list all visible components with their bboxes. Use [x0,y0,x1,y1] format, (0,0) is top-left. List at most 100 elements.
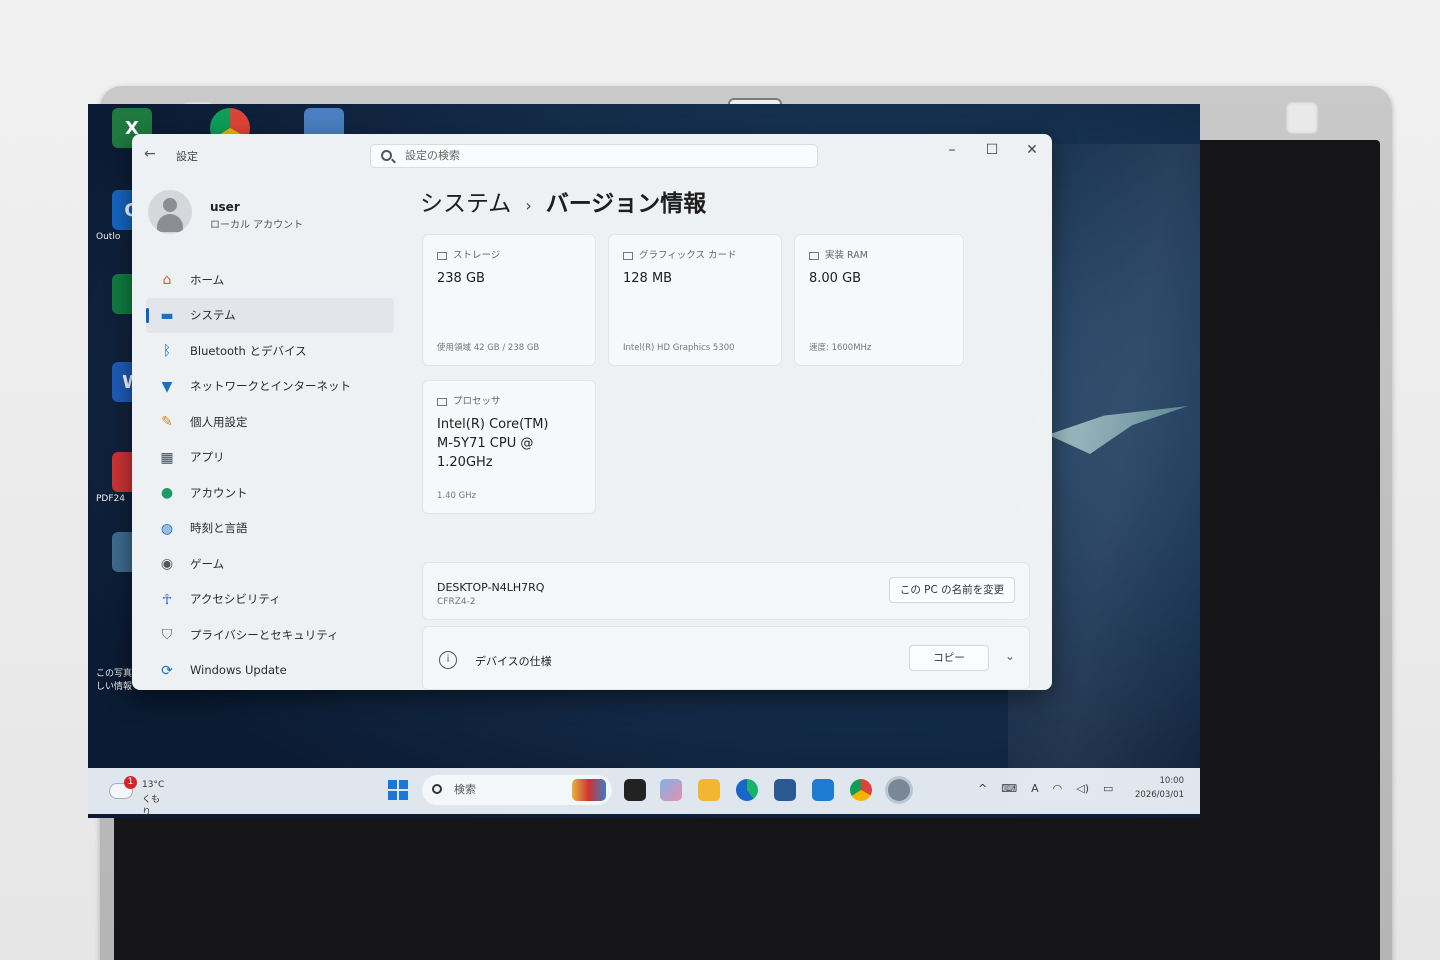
back-arrow-icon[interactable]: ← [144,146,156,162]
processor-label-text: プロセッサ [453,396,501,407]
accessibility-icon: ☥ [161,591,173,608]
weather-condition: くもり [142,795,161,818]
ram-value: 8.00 GB [809,271,862,286]
volume-icon[interactable]: ◁) [1076,782,1089,795]
ram-speed: 速度: 1600MHz [809,343,872,353]
store-icon[interactable] [774,779,796,801]
nav-label: Windows Update [190,663,287,678]
user-name: user [210,200,240,214]
storage-value: 238 GB [437,271,485,286]
edge-icon[interactable] [736,779,758,801]
wallpaper-shape [1048,406,1188,454]
ram-card[interactable]: 実装 RAM 8.00 GB 速度: 1600MHz [794,234,964,366]
taskbar: 1 13°C くもり 検索 ^ ⌨ A ◠ ◁) ▭ 10:00 2026/03/01 [88,768,1200,818]
search-highlight-icon[interactable] [572,779,606,801]
processor-line: 1.20GHz [437,455,493,470]
breadcrumb-parent[interactable]: システム [420,191,511,217]
ram-label: 実装 RAM [809,247,868,261]
nav-label: ゲーム [190,556,225,571]
breadcrumb-separator: › [525,196,532,215]
storage-label: ストレージ [437,247,500,261]
nav-item-network[interactable]: ▼ ネットワークとインターネット [146,369,394,405]
close-button[interactable]: ✕ [1020,142,1044,158]
device-spec-row[interactable]: i デバイスの仕様 コピー ⌄ [422,626,1030,690]
nav-label: システム [190,308,236,323]
nav-label: Bluetooth とデバイス [190,343,307,358]
title-bar: ← 設定 設定の検索 – ☐ ✕ [132,134,1052,174]
system-tray[interactable]: ^ ⌨ A ◠ ◁) ▭ [978,782,1127,795]
task-view-icon[interactable] [624,779,646,801]
nav-item-time-language[interactable]: ◍ 時刻と言語 [146,511,394,547]
ram-label-text: 実装 RAM [825,250,868,261]
nav-item-bluetooth[interactable]: ᛒ Bluetooth とデバイス [146,333,394,369]
nav-label: プライバシーとセキュリティ [190,627,339,642]
nav-label: アカウント [190,485,248,500]
widgets-icon[interactable] [660,779,682,801]
nav-label: 個人用設定 [190,414,248,429]
clock[interactable]: 10:00 2026/03/01 [1135,774,1184,802]
globe-icon: ◍ [160,520,174,537]
nav-item-windows-update[interactable]: ⟳ Windows Update [146,653,394,689]
nav-item-system[interactable]: ▬ システム [146,297,394,333]
taskbar-search-label: 検索 [454,783,476,796]
page-title: バージョン情報 [545,191,707,217]
processor-card[interactable]: プロセッサ Intel(R) Core(TM) M-5Y71 CPU @ 1.2… [422,380,596,514]
clock-time: 10:00 [1159,776,1185,786]
chevron-up-icon[interactable]: ^ [978,782,987,795]
chevron-down-icon[interactable]: ⌄ [1005,649,1015,663]
desktop-icon-label: PDF24 [96,494,125,504]
update-icon: ⟳ [161,662,173,679]
nav-item-privacy[interactable]: ⛉ プライバシーとセキュリティ [146,617,394,653]
settings-gear-icon[interactable] [888,779,910,801]
graphics-card[interactable]: グラフィックス カード 128 MB Intel(R) HD Graphics … [608,234,782,366]
avatar [148,190,192,234]
nav-item-home[interactable]: ⌂ ホーム [146,262,394,298]
start-button[interactable] [388,780,408,800]
apps-icon: ▦ [160,449,174,466]
outlook-icon[interactable] [812,779,834,801]
processor-icon [437,397,447,406]
maximize-button[interactable]: ☐ [980,142,1004,158]
copy-button[interactable]: コピー [909,645,989,671]
device-name-row: DESKTOP-N4LH7RQ CFRZ4-2 この PC の名前を変更 [422,562,1030,620]
desktop-icon-label: Outlo [96,232,121,242]
graphics-model: Intel(R) HD Graphics 5300 [623,343,735,353]
nav-label: アクセシビリティ [190,592,281,607]
nav-item-apps[interactable]: ▦ アプリ [146,440,394,476]
screen: X O Outlo W PDF24 この写真 しい情報 ← 設定 設定の検索 –… [88,104,1200,818]
minimize-button[interactable]: – [940,142,964,158]
gamepad-icon: ◉ [160,556,174,572]
chrome-icon[interactable] [850,779,872,801]
nav-item-accounts[interactable]: ● アカウント [146,475,394,511]
nav-item-accessibility[interactable]: ☥ アクセシビリティ [146,582,394,618]
keyboard-icon[interactable]: ⌨ [1001,782,1017,795]
settings-window: ← 設定 設定の検索 – ☐ ✕ user ローカル アカウント ⌂ ホーム ▬ シ… [132,134,1052,690]
battery-icon[interactable]: ▭ [1103,782,1113,795]
breadcrumb: システム › バージョン情報 [420,184,706,218]
account-icon: ● [160,485,174,501]
device-spec-label: デバイスの仕様 [475,655,552,668]
settings-search-input[interactable]: 設定の検索 [370,144,818,168]
graphics-value: 128 MB [623,271,673,286]
rename-pc-button[interactable]: この PC の名前を変更 [889,577,1015,603]
storage-usage: 使用領域 42 GB / 238 GB [437,343,540,353]
account-type: ローカル アカウント [210,220,304,231]
home-icon: ⌂ [162,272,172,288]
graphics-label: グラフィックス カード [623,247,737,261]
weather-widget[interactable]: 1 13°C くもり [106,774,166,818]
file-explorer-icon[interactable] [698,779,720,801]
nav-item-gaming[interactable]: ◉ ゲーム [146,546,394,582]
notification-badge: 1 [124,776,137,789]
nav-label: ネットワークとインターネット [190,379,351,394]
search-icon [381,150,392,161]
storage-card[interactable]: ストレージ 238 GB 使用領域 42 GB / 238 GB [422,234,596,366]
desktop-icon-label: この写真 しい情報 [96,669,133,692]
system-icon: ▬ [160,307,174,324]
ime-icon[interactable]: A [1031,782,1039,795]
nav-item-personalization[interactable]: ✎ 個人用設定 [146,404,394,440]
storage-icon [437,251,447,260]
processor-line: M-5Y71 CPU @ [437,436,534,451]
app-title: 設定 [176,150,198,163]
wifi-icon[interactable]: ◠ [1053,782,1063,795]
wifi-icon: ▼ [161,378,173,395]
